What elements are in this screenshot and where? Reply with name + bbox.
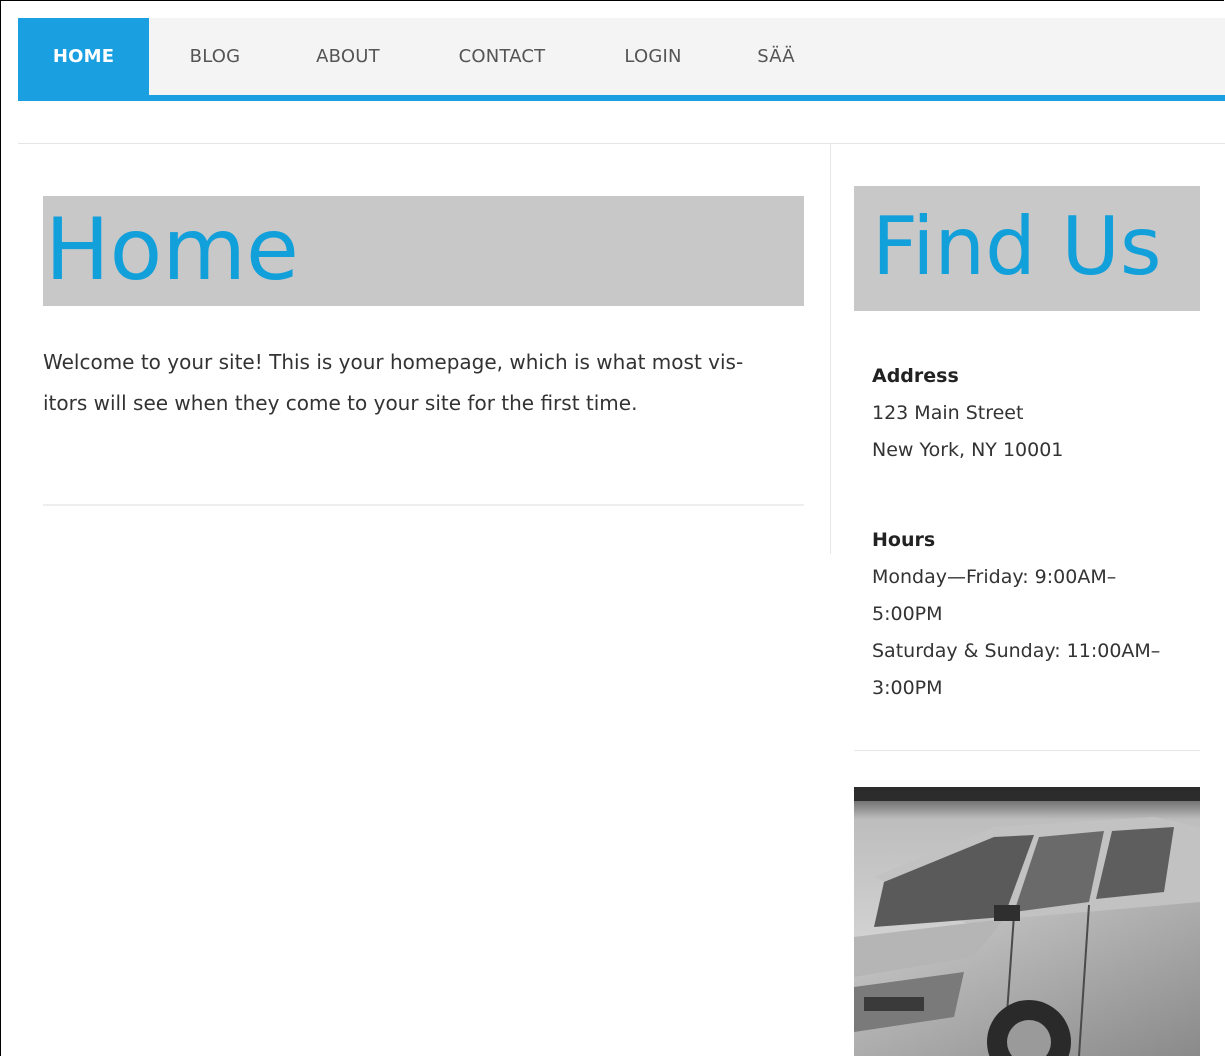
address-line-2: New York, NY 10001 [872,439,1064,461]
nav-item-saa[interactable]: SÄÄ [717,18,835,95]
nav-item-login[interactable]: LOGIN [589,18,717,95]
address-block: Address 123 Main Street New York, NY 100… [872,358,1202,469]
column-divider [830,144,831,554]
hours-line-2: 5:00PM [872,603,943,625]
nav-item-blog[interactable]: BLOG [149,18,281,95]
address-label: Address [872,365,959,387]
sidebar-divider [854,750,1200,751]
nav-item-contact[interactable]: CONTACT [415,18,589,95]
hours-label: Hours [872,529,936,551]
welcome-text-line-2: itors will see when they come to your si… [43,391,638,415]
car-photo [854,787,1200,1056]
hours-line-1: Monday—Friday: 9:00AM– [872,566,1117,588]
nav-item-home[interactable]: HOME [18,18,149,95]
sidebar-title: Find Us [872,200,1162,293]
sidebar-heading-box: Find Us [854,186,1200,311]
welcome-text-line-1: Welcome to your site! This is your homep… [43,350,744,374]
hours-block: Hours Monday—Friday: 9:00AM– 5:00PM Satu… [872,522,1202,707]
hours-line-3: Saturday & Sunday: 11:00AM– [872,640,1161,662]
hours-line-4: 3:00PM [872,677,943,699]
address-line-1: 123 Main Street [872,402,1024,424]
content-top-border [18,143,1225,144]
page-title: Home [45,200,299,300]
nav-item-about[interactable]: ABOUT [281,18,415,95]
main-divider [43,504,804,506]
main-navigation: HOME BLOG ABOUT CONTACT LOGIN SÄÄ [18,18,1225,101]
welcome-text: Welcome to your site! This is your homep… [43,342,808,424]
main-heading-box: Home [43,196,804,306]
